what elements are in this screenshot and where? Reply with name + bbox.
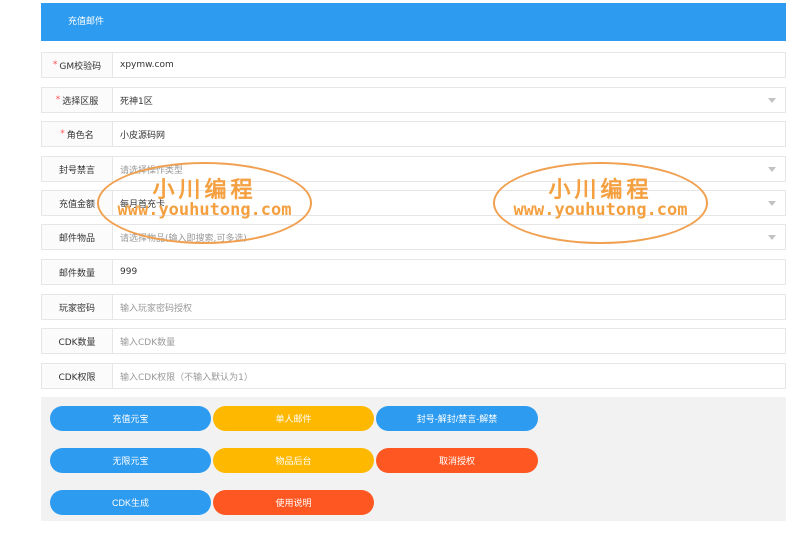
cancel-auth-button[interactable]: 取消授权 bbox=[376, 448, 538, 473]
amount-select[interactable]: 每月首充卡 bbox=[113, 191, 785, 215]
cdk-count-input[interactable]: 输入CDK数量 bbox=[113, 329, 785, 353]
ban-select[interactable]: 请选择操作类型 bbox=[113, 157, 785, 181]
ban-label: 封号禁言 bbox=[42, 157, 113, 181]
gm-code-input[interactable]: xpymw.com bbox=[113, 53, 785, 77]
server-row: * 选择区服 死神1区 bbox=[41, 87, 786, 113]
mail-item-label: 邮件物品 bbox=[42, 225, 113, 249]
chevron-down-icon bbox=[768, 98, 776, 103]
role-label: * 角色名 bbox=[42, 122, 113, 146]
mail-count-input[interactable]: 999 bbox=[113, 260, 785, 284]
role-input[interactable]: 小皮源码网 bbox=[113, 122, 785, 146]
player-pwd-input[interactable]: 输入玩家密码授权 bbox=[113, 295, 785, 319]
cdk-perm-label: CDK权限 bbox=[42, 364, 113, 388]
amount-label: 充值金额 bbox=[42, 191, 113, 215]
player-pwd-row: 玩家密码 输入玩家密码授权 bbox=[41, 294, 786, 320]
item-backend-button[interactable]: 物品后台 bbox=[213, 448, 374, 473]
chevron-down-icon bbox=[768, 167, 776, 172]
mail-count-row: 邮件数量 999 bbox=[41, 259, 786, 285]
required-mark: * bbox=[55, 95, 61, 105]
cdk-count-label: CDK数量 bbox=[42, 329, 113, 353]
panel-header: 充值邮件 bbox=[41, 3, 786, 41]
chevron-down-icon bbox=[768, 235, 776, 240]
required-mark: * bbox=[60, 129, 65, 139]
server-label: * 选择区服 bbox=[42, 88, 113, 112]
cdk-generate-button[interactable]: CDK生成 bbox=[50, 490, 211, 515]
cdk-perm-row: CDK权限 输入CDK权限（不输入默认为1） bbox=[41, 363, 786, 389]
amount-row: 充值金额 每月首充卡 bbox=[41, 190, 786, 216]
required-mark: * bbox=[52, 60, 58, 70]
role-row: * 角色名 小皮源码网 bbox=[41, 121, 786, 147]
ban-unban-button[interactable]: 封号-解封/禁言-解禁 bbox=[376, 406, 538, 431]
single-mail-button[interactable]: 单人邮件 bbox=[213, 406, 374, 431]
gm-code-row: * GM校验码 xpymw.com bbox=[41, 52, 786, 78]
mail-item-row: 邮件物品 请选择物品(输入即搜索,可多选) bbox=[41, 224, 786, 250]
instructions-button[interactable]: 使用说明 bbox=[213, 490, 374, 515]
mail-count-label: 邮件数量 bbox=[42, 260, 113, 284]
button-area: 充值元宝 单人邮件 封号-解封/禁言-解禁 无限元宝 物品后台 取消授权 CDK… bbox=[41, 397, 786, 521]
cdk-count-row: CDK数量 输入CDK数量 bbox=[41, 328, 786, 354]
server-select[interactable]: 死神1区 bbox=[113, 88, 785, 112]
chevron-down-icon bbox=[768, 201, 776, 206]
player-pwd-label: 玩家密码 bbox=[42, 295, 113, 319]
unlimited-yb-button[interactable]: 无限元宝 bbox=[50, 448, 211, 473]
ban-row: 封号禁言 请选择操作类型 bbox=[41, 156, 786, 182]
gm-code-label: * GM校验码 bbox=[42, 53, 113, 77]
recharge-yb-button[interactable]: 充值元宝 bbox=[50, 406, 211, 431]
recharge-mail-panel: 充值邮件 * GM校验码 xpymw.com * 选择区服 死神1区 * 角色名 小皮… bbox=[41, 3, 786, 521]
mail-item-select[interactable]: 请选择物品(输入即搜索,可多选) bbox=[113, 225, 785, 249]
cdk-perm-input[interactable]: 输入CDK权限（不输入默认为1） bbox=[113, 364, 785, 388]
